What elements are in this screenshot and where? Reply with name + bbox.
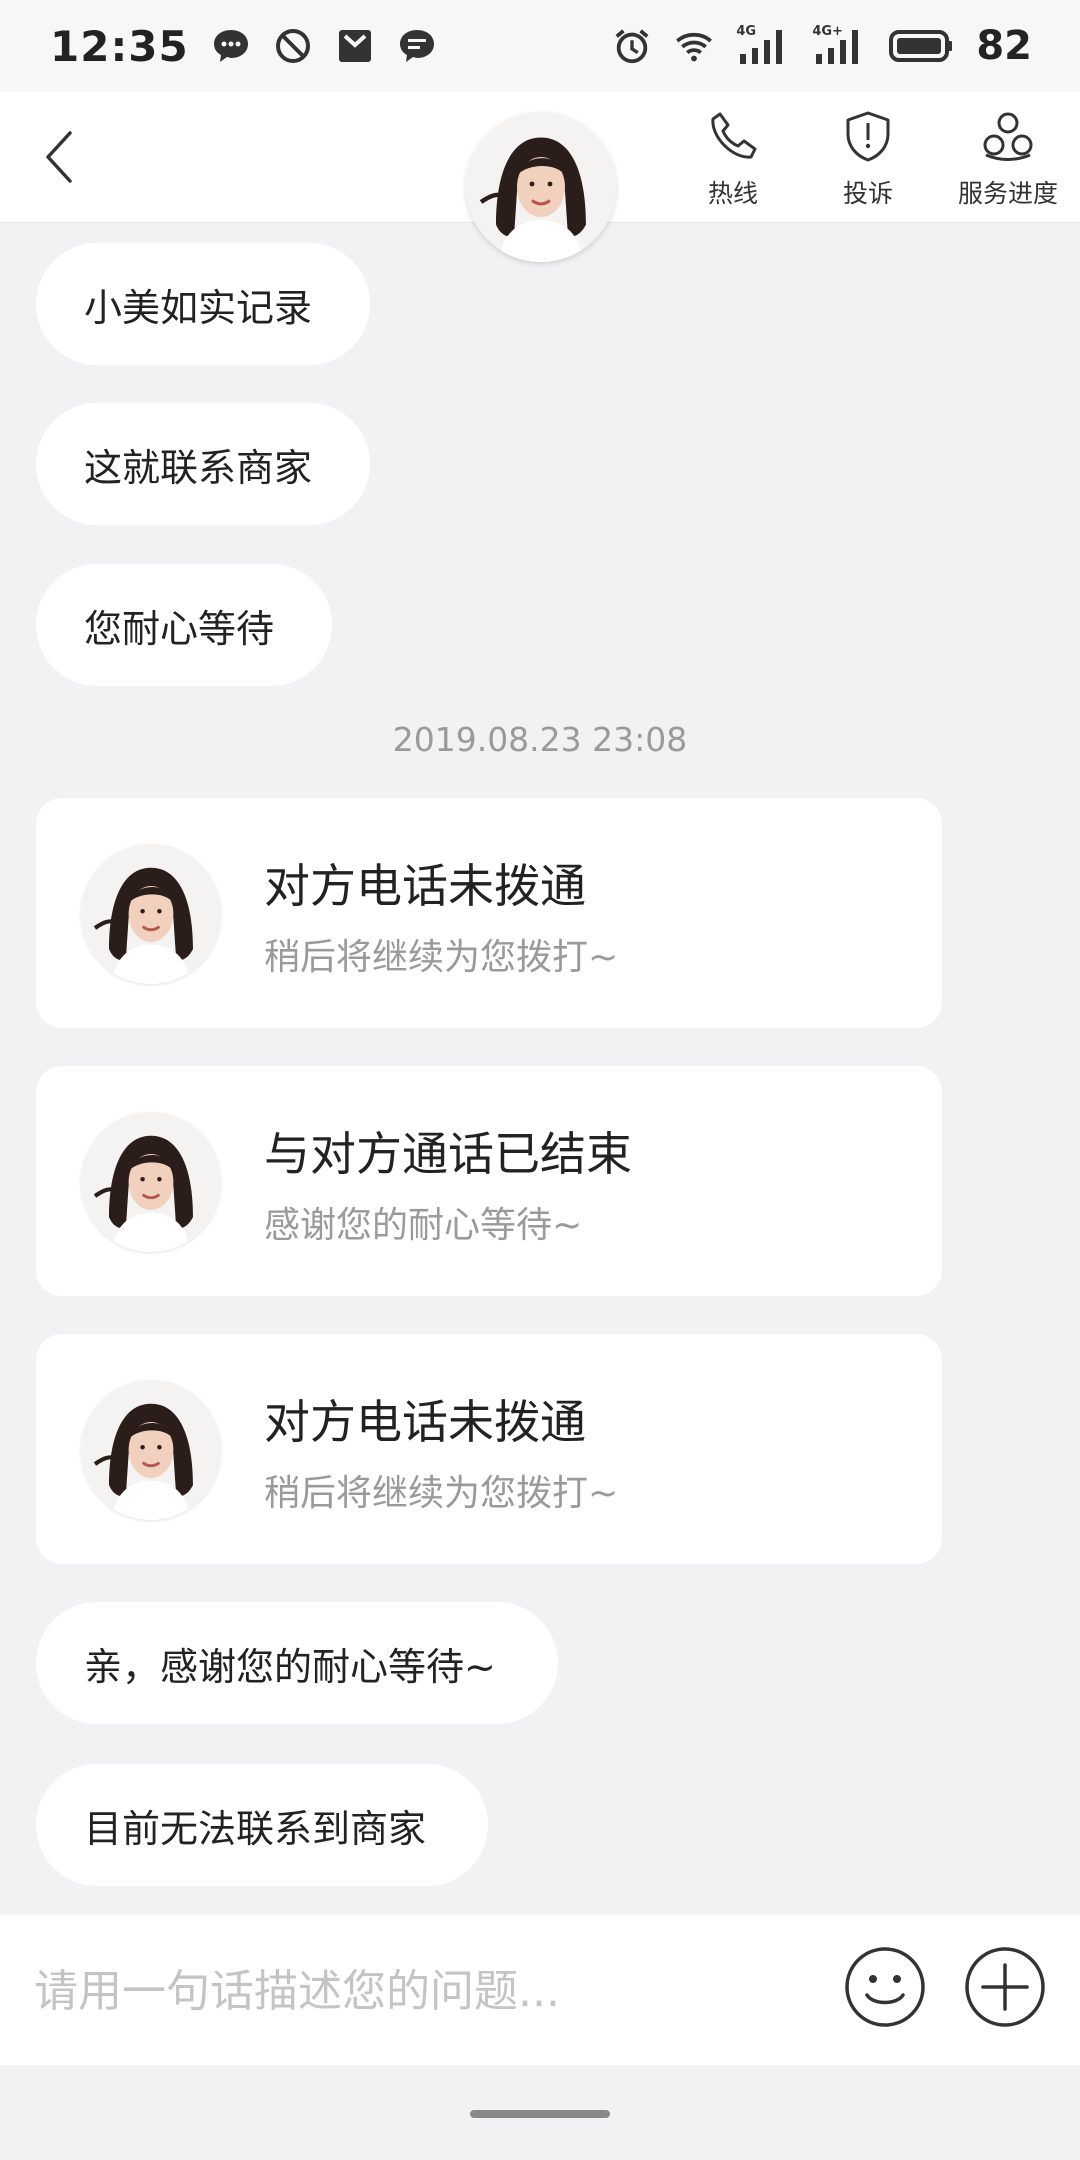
message-text: 亲，感谢您的耐心等待~ [84,1644,496,1689]
battery-icon [888,26,954,66]
card-avatar [81,844,221,984]
card-avatar [81,1380,221,1520]
card-subtitle: 感谢您的耐心等待~ [264,1205,583,1246]
message-bubble: 亲，感谢您的耐心等待~ [36,1602,558,1724]
agent-avatar-image [466,112,616,262]
input-bar [0,1915,1080,2065]
service-progress-label: 服务进度 [957,179,1058,208]
message-timestamp: 2019.08.23 23:08 [392,720,688,759]
message-icon [397,26,437,66]
hotline-label: 热线 [707,179,758,208]
card-avatar [81,1112,221,1252]
message-bubble: 您耐心等待 [36,564,332,686]
chat-bubble-icon [211,26,251,66]
call-status-card[interactable]: 对方电话未拨通 稍后将继续为您拨打~ [36,798,942,1028]
battery-level: 82 [976,23,1032,69]
message-text: 目前无法联系到商家 [84,1806,427,1851]
hotline-button[interactable]: 热线 [668,106,798,210]
network-label-2: 4G+ [812,24,843,39]
system-nav-bar [0,2065,1080,2160]
alarm-icon [612,26,652,66]
signal-icon: 4G [736,24,790,66]
emoji-button[interactable] [843,1945,927,2029]
call-status-card[interactable]: 对方电话未拨通 稍后将继续为您拨打~ [36,1334,942,1564]
message-bubble: 小美如实记录 [36,243,370,365]
card-subtitle: 稍后将继续为您拨打~ [264,1473,619,1514]
agent-avatar[interactable] [466,112,616,262]
message-text: 这就联系商家 [84,445,313,490]
message-text: 您耐心等待 [84,606,275,651]
complaint-label: 投诉 [842,179,893,208]
status-bar-left: 12:35 [50,22,437,71]
message-text: 小美如实记录 [84,285,313,330]
network-label-1: 4G [736,24,757,39]
call-status-card[interactable]: 与对方通话已结束 感谢您的耐心等待~ [36,1066,942,1296]
card-title: 与对方通话已结束 [264,1127,632,1181]
card-title: 对方电话未拨通 [264,859,586,913]
chat-area[interactable]: 小美如实记录 这就联系商家 您耐心等待 2019.08.23 23:08 对方电… [0,223,1080,1915]
status-time: 12:35 [50,21,189,71]
mail-icon [335,26,375,66]
card-subtitle: 稍后将继续为您拨打~ [264,937,619,978]
service-progress-button[interactable]: 服务进度 [943,106,1073,210]
chevron-left-icon [46,131,72,183]
card-title: 对方电话未拨通 [264,1395,586,1449]
add-button[interactable] [963,1945,1047,2029]
status-bar: 12:35 4G 4G+ 82 [0,0,1080,92]
blocked-icon [273,26,313,66]
back-button[interactable] [34,122,84,192]
complaint-button[interactable]: 投诉 [803,106,933,210]
message-input[interactable] [32,1955,816,2027]
home-indicator[interactable] [470,2110,610,2118]
wifi-icon [674,26,714,66]
progress-icon [978,106,1038,166]
message-bubble: 目前无法联系到商家 [36,1764,488,1886]
status-bar-right: 4G 4G+ 82 [612,23,1032,69]
shield-icon [838,106,898,166]
plus-icon [965,1947,1045,2027]
phone-icon [703,106,763,166]
message-bubble: 这就联系商家 [36,403,370,525]
smiley-icon [845,1947,925,2027]
signal-icon-2: 4G+ [812,24,866,66]
